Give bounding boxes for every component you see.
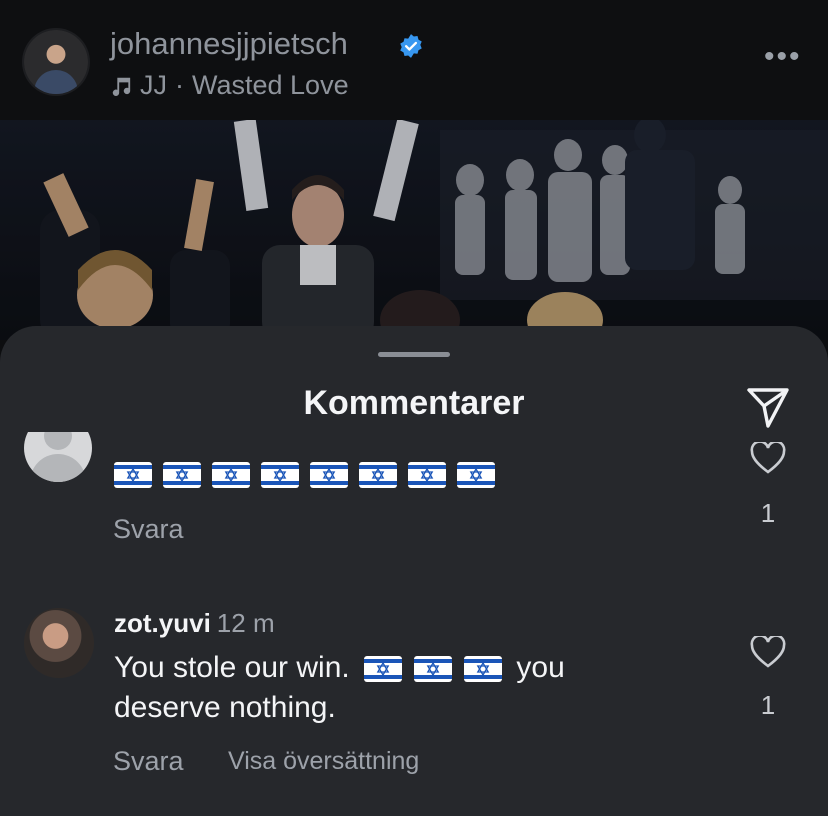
comment-text-part: deserve nothing. — [114, 691, 336, 724]
author-username[interactable]: johannesjjpietsch — [110, 26, 348, 62]
comment-text-part: You stole our win. — [114, 651, 350, 684]
heart-icon[interactable] — [750, 442, 786, 474]
default-avatar[interactable] — [24, 432, 92, 482]
israel-flag-icon — [212, 462, 250, 488]
reply-button[interactable]: Svara — [113, 514, 184, 545]
music-separator: · — [175, 70, 184, 100]
music-note-icon — [112, 77, 131, 96]
drag-handle[interactable] — [378, 352, 450, 357]
israel-flag-icon — [261, 462, 299, 488]
author-avatar[interactable] — [24, 30, 88, 94]
like-count: 1 — [760, 690, 776, 720]
comment-time: 12 m — [216, 608, 275, 638]
israel-flag-icon — [114, 462, 152, 488]
heart-icon[interactable] — [750, 636, 786, 668]
commenter-avatar[interactable] — [24, 608, 94, 678]
israel-flag-icon — [457, 462, 495, 488]
comment-text: You stole our win. you deserve nothing. — [114, 648, 674, 728]
israel-flag-icon — [163, 462, 201, 488]
see-translation-button[interactable]: Visa översättning — [228, 747, 419, 776]
israel-flag-icon — [359, 462, 397, 488]
comment-header: zot.yuvi 12 m — [114, 608, 275, 639]
israel-flag-icon — [364, 656, 403, 683]
comment-flags — [114, 462, 495, 488]
verified-badge-icon — [400, 34, 422, 58]
sheet-title: Kommentarer — [303, 384, 525, 422]
music-artist: JJ — [140, 70, 167, 100]
more-options-icon[interactable]: ••• — [764, 42, 802, 72]
israel-flag-icon — [310, 462, 348, 488]
music-info[interactable]: JJ · Wasted Love — [110, 70, 349, 101]
paper-plane-icon[interactable] — [744, 382, 792, 430]
comments-sheet: Kommentarer 1 Svara zot.yuvi 12 m You sto… — [0, 326, 828, 816]
like-count: 1 — [760, 498, 776, 528]
israel-flag-icon — [408, 462, 446, 488]
music-title: Wasted Love — [192, 70, 349, 100]
comment-text-part: you — [516, 651, 565, 684]
reply-button[interactable]: Svara — [113, 746, 184, 777]
post-image[interactable] — [0, 120, 828, 340]
post-header: johannesjjpietsch JJ · Wasted Love ••• — [0, 0, 828, 120]
commenter-username[interactable]: zot.yuvi — [114, 608, 211, 638]
israel-flag-icon — [464, 656, 503, 683]
israel-flag-icon — [414, 656, 453, 683]
